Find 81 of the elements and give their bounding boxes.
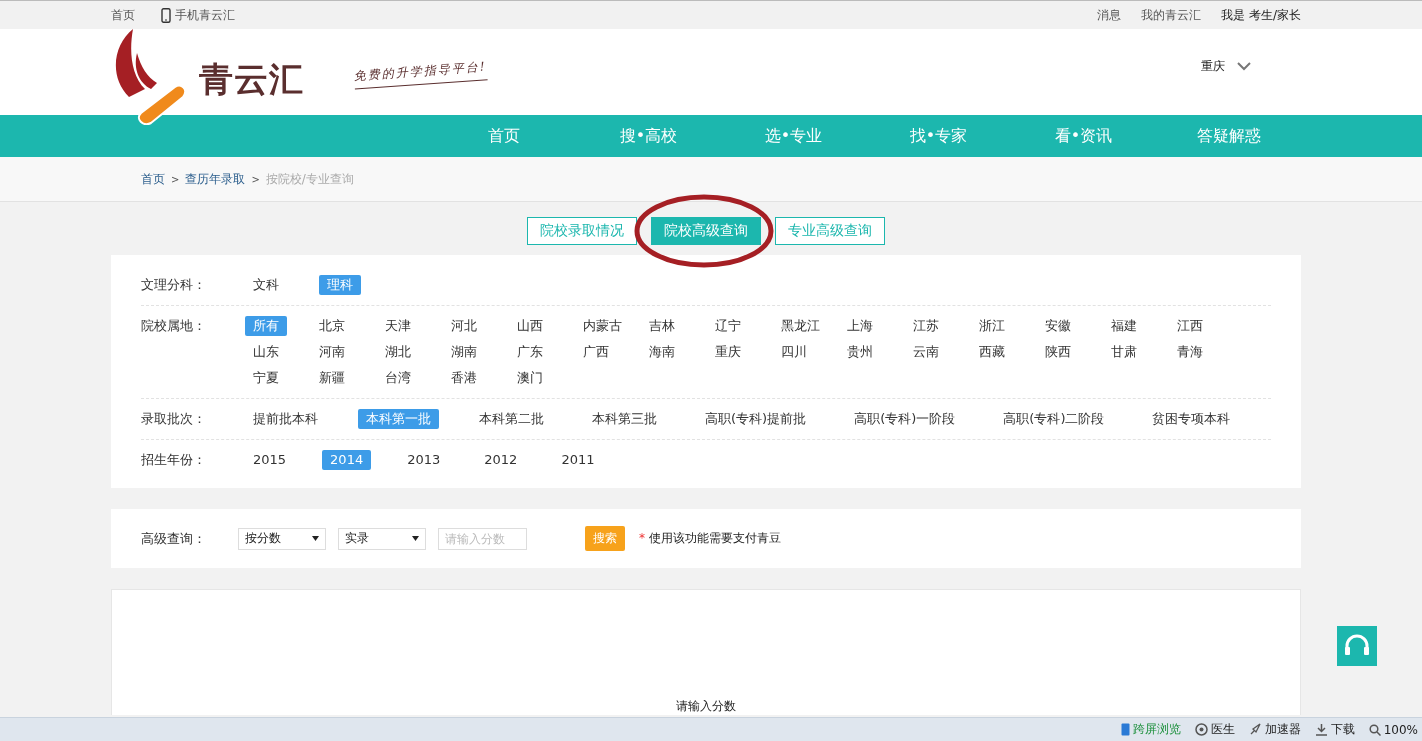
filter-option[interactable]: 云南: [905, 342, 947, 362]
filter-option[interactable]: 西藏: [971, 342, 1013, 362]
filter-option[interactable]: 2013: [399, 450, 449, 470]
breadcrumb-separator: >: [171, 173, 180, 185]
filter-option[interactable]: 天津: [377, 316, 419, 336]
filter-option[interactable]: 四川: [773, 342, 815, 362]
filter-option[interactable]: 重庆: [707, 342, 749, 362]
top-link[interactable]: 消息: [1097, 6, 1122, 24]
filter-option[interactable]: 湖南: [443, 342, 485, 362]
filter-option[interactable]: 福建: [1103, 316, 1145, 336]
filter-label: 文理分科：: [141, 276, 207, 294]
filter-option[interactable]: 山西: [509, 316, 551, 336]
filter-option[interactable]: 河南: [311, 342, 353, 362]
filter-option[interactable]: 文科: [245, 275, 287, 295]
city-selector[interactable]: 重庆: [1201, 57, 1225, 75]
caret-icon: [312, 536, 319, 541]
query-label: 高级查询：: [141, 529, 207, 548]
filter-option[interactable]: 河北: [443, 316, 485, 336]
filter-option[interactable]: 内蒙古: [575, 316, 630, 336]
breadcrumb-link[interactable]: 查历年录取: [185, 170, 246, 188]
filter-option[interactable]: 本科第三批: [584, 409, 665, 429]
empty-message: 请输入分数: [676, 698, 736, 715]
filter-option[interactable]: 香港: [443, 368, 485, 388]
download-icon: [1314, 723, 1328, 736]
filter-option[interactable]: 台湾: [377, 368, 419, 388]
identity-link[interactable]: 我是 考生/家长: [1221, 6, 1301, 24]
filter-option[interactable]: 山东: [245, 342, 287, 362]
filter-option[interactable]: 新疆: [311, 368, 353, 388]
filter-option[interactable]: 辽宁: [707, 316, 749, 336]
filter-option[interactable]: 高职(专科)二阶段: [995, 409, 1113, 429]
caret-icon: [412, 536, 419, 541]
filter-option[interactable]: 安徽: [1037, 316, 1079, 336]
filter-option[interactable]: 上海: [839, 316, 881, 336]
phone-icon: [161, 7, 171, 23]
filter-option[interactable]: 宁夏: [245, 368, 287, 388]
filter-option[interactable]: 湖北: [377, 342, 419, 362]
filter-option[interactable]: 2015: [245, 450, 295, 470]
headset-icon[interactable]: [1337, 626, 1377, 666]
zoom-icon: [1368, 723, 1381, 736]
filter-option[interactable]: 本科第二批: [471, 409, 552, 429]
filter-option[interactable]: 陕西: [1037, 342, 1079, 362]
filter-option[interactable]: 澳门: [509, 368, 551, 388]
top-link[interactable]: 首页: [111, 6, 135, 24]
filter-option[interactable]: 青海: [1169, 342, 1211, 362]
filter-option[interactable]: 浙江: [971, 316, 1013, 336]
filter-option[interactable]: 高职(专科)提前批: [697, 409, 815, 429]
filter-option[interactable]: 贫困专项本科: [1144, 409, 1239, 429]
dropdown[interactable]: 按分数: [238, 527, 326, 550]
score-input[interactable]: 请输入分数: [438, 527, 527, 550]
filter-option[interactable]: 北京: [311, 316, 353, 336]
status-item[interactable]: 跨屏浏览: [1132, 721, 1181, 738]
filter-option[interactable]: 江西: [1169, 316, 1211, 336]
filter-option[interactable]: 江苏: [905, 316, 947, 336]
filter-label: 院校属地：: [141, 317, 207, 335]
top-link[interactable]: 我的青云汇: [1141, 6, 1202, 24]
breadcrumb-link[interactable]: 首页: [141, 170, 165, 188]
zoom-level[interactable]: 100%: [1383, 722, 1418, 737]
phone-icon: [1120, 723, 1130, 736]
filter-option[interactable]: 2011: [553, 450, 603, 470]
status-item[interactable]: 加速器: [1264, 721, 1301, 738]
status-item[interactable]: 医生: [1210, 721, 1235, 738]
top-link[interactable]: 手机青云汇: [175, 6, 235, 24]
filter-option[interactable]: 广西: [575, 342, 617, 362]
filter-label: 招生年份：: [141, 451, 207, 469]
breadcrumb-separator: >: [251, 173, 260, 185]
filter-option[interactable]: 甘肃: [1103, 342, 1145, 362]
filter-option[interactable]: 高职(专科)一阶段: [846, 409, 964, 429]
slogan: 免费的升学指导平台!: [353, 58, 488, 90]
filter-option[interactable]: 提前批本科: [245, 409, 326, 429]
filter-label: 录取批次：: [141, 410, 207, 428]
filter-option[interactable]: 吉林: [641, 316, 683, 336]
filter-option[interactable]: 广东: [509, 342, 551, 362]
filter-option[interactable]: 2012: [476, 450, 526, 470]
chevron-down-icon[interactable]: [1237, 61, 1251, 71]
filter-option[interactable]: 贵州: [839, 342, 881, 362]
status-item[interactable]: 下载: [1330, 721, 1355, 738]
logo-text: 青云汇: [199, 58, 304, 101]
filter-option[interactable]: 黑龙江: [773, 316, 828, 336]
payment-note: * 使用该功能需要支付青豆: [639, 530, 781, 547]
dropdown[interactable]: 实录: [338, 527, 426, 550]
filter-option[interactable]: 海南: [641, 342, 683, 362]
